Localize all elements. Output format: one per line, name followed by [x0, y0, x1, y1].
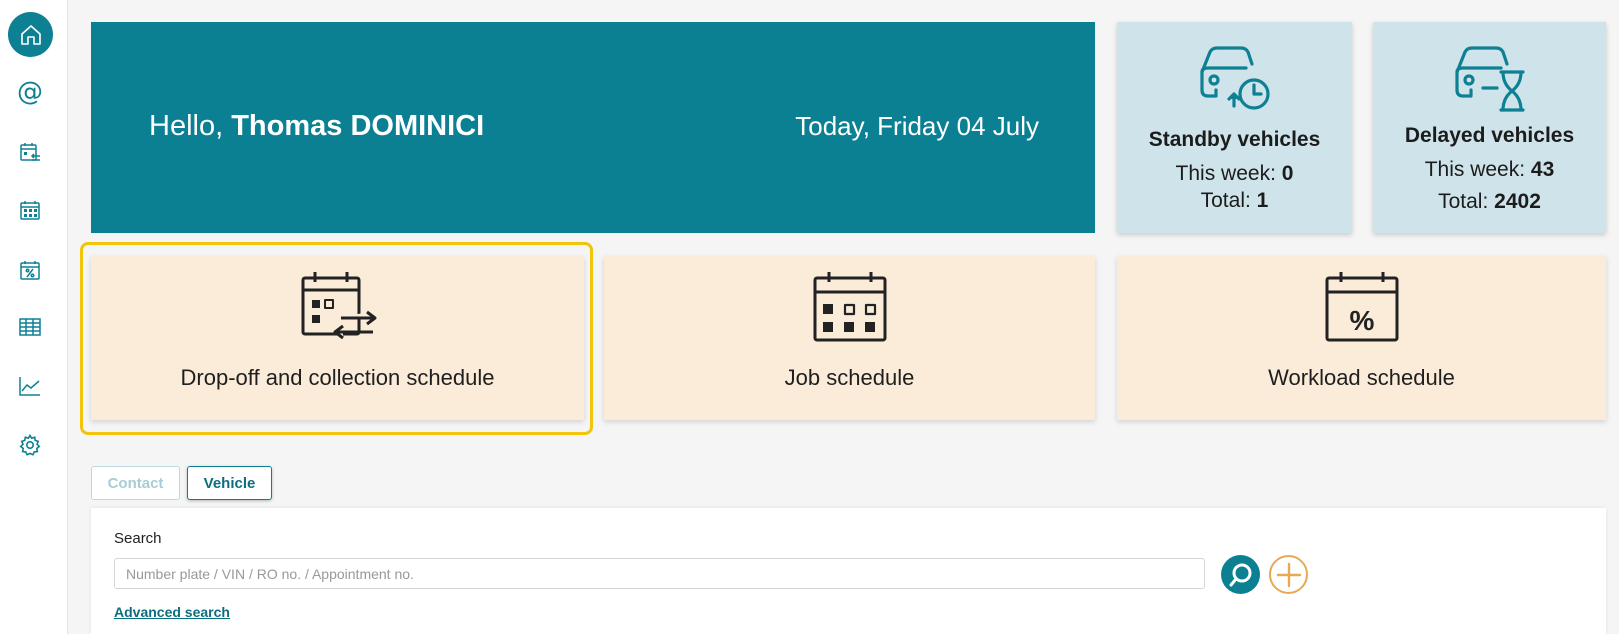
car-hourglass-icon: [1449, 38, 1531, 114]
advanced-search-link[interactable]: Advanced search: [114, 604, 230, 620]
search-input[interactable]: [114, 558, 1205, 589]
job-schedule-card[interactable]: Job schedule: [604, 256, 1095, 420]
schedule-label: Workload schedule: [1268, 365, 1455, 390]
delayed-total-value: 2402: [1494, 190, 1541, 213]
home-icon[interactable]: [8, 12, 53, 57]
current-date: Today, Friday 04 July: [795, 111, 1039, 141]
standby-total-line: Total: 1: [1117, 189, 1352, 213]
line-chart-icon[interactable]: [10, 366, 50, 406]
greeting: Hello, Thomas DOMINICI: [149, 110, 484, 143]
calendar-percent-icon[interactable]: [10, 250, 50, 290]
delayed-total-line: Total: 2402: [1373, 190, 1606, 214]
delayed-week-line: This week: 43: [1373, 158, 1606, 182]
user-name: Thomas DOMINICI: [231, 110, 485, 142]
car-clock-icon: [1194, 38, 1276, 114]
search-panel: Search Advanced search: [91, 508, 1606, 634]
calendar-percent-icon: %: [1319, 270, 1405, 344]
standby-week-label: This week:: [1175, 162, 1276, 185]
standby-total-label: Total:: [1200, 189, 1251, 212]
greeting-text: Hello,: [149, 110, 224, 142]
search-icon: [1229, 563, 1251, 586]
standby-title: Standby vehicles: [1148, 128, 1321, 151]
selection-highlight: [80, 242, 593, 435]
workload-schedule-card[interactable]: % Workload schedule: [1117, 256, 1606, 420]
calendar-list-icon[interactable]: [10, 132, 50, 172]
gear-icon[interactable]: [10, 425, 50, 465]
standby-week-line: This week: 0: [1117, 162, 1352, 186]
plus-icon: [1276, 562, 1301, 587]
at-icon[interactable]: @: [10, 72, 50, 112]
delayed-week-value: 43: [1530, 158, 1555, 181]
standby-week-value: 0: [1281, 162, 1294, 185]
svg-text:%: %: [1349, 305, 1374, 336]
search-label: Search: [114, 530, 162, 547]
standby-total-value: 1: [1256, 189, 1269, 212]
tab-contact[interactable]: Contact: [91, 466, 180, 500]
calendar-grid-icon[interactable]: [10, 190, 50, 230]
calendar-grid-icon: [807, 270, 893, 344]
tab-vehicle[interactable]: Vehicle: [187, 466, 272, 500]
delayed-title: Delayed vehicles: [1404, 124, 1575, 147]
at-icon-glyph: @: [17, 77, 43, 107]
table-icon[interactable]: [10, 307, 50, 347]
delayed-total-label: Total:: [1438, 190, 1489, 213]
delayed-week-label: This week:: [1424, 158, 1526, 181]
schedule-label: Job schedule: [784, 365, 915, 390]
welcome-banner: Hello, Thomas DOMINICI Today, Friday 04 …: [91, 22, 1095, 233]
add-button[interactable]: [1269, 555, 1308, 594]
delayed-vehicles-card[interactable]: Delayed vehicles This week: 43 Total: 24…: [1373, 22, 1606, 233]
search-button[interactable]: [1221, 555, 1260, 594]
standby-vehicles-card[interactable]: Standby vehicles This week: 0 Total: 1: [1117, 22, 1352, 233]
sidebar: @: [0, 0, 68, 634]
